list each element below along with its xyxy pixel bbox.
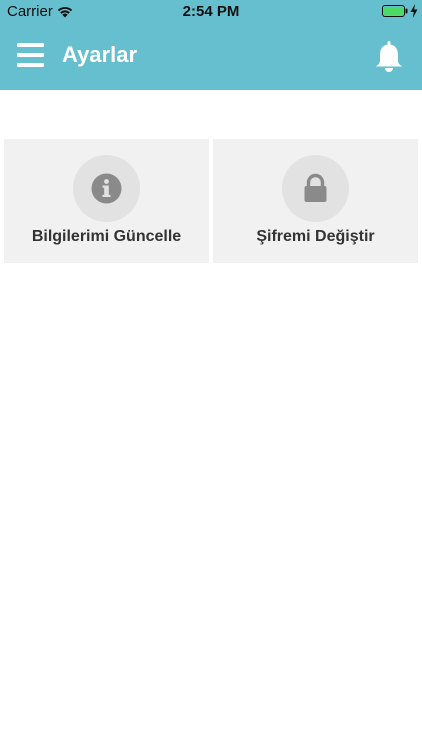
page-title: Ayarlar bbox=[62, 42, 138, 67]
battery-icon bbox=[382, 5, 408, 17]
change-password-card[interactable]: Şifremi Değiştir bbox=[213, 139, 418, 263]
settings-screen: Carrier 2:54 PM Ayarlar Bilgilerimi Günc… bbox=[0, 0, 422, 750]
lock-icon bbox=[304, 173, 327, 202]
bell-icon[interactable] bbox=[374, 41, 404, 73]
update-info-label: Bilgilerimi Güncelle bbox=[31, 228, 182, 245]
change-password-label: Şifremi Değiştir bbox=[256, 228, 375, 245]
status-bar: Carrier 2:54 PM bbox=[0, 0, 422, 24]
charging-bolt-icon bbox=[410, 4, 418, 18]
lock-icon-circle bbox=[282, 155, 349, 222]
update-info-card[interactable]: Bilgilerimi Güncelle bbox=[4, 139, 209, 263]
info-icon-circle bbox=[73, 155, 140, 222]
status-time: 2:54 PM bbox=[182, 3, 240, 20]
hamburger-menu-icon[interactable] bbox=[17, 43, 44, 67]
app-header: Carrier 2:54 PM Ayarlar bbox=[0, 0, 422, 90]
info-icon bbox=[91, 173, 122, 204]
